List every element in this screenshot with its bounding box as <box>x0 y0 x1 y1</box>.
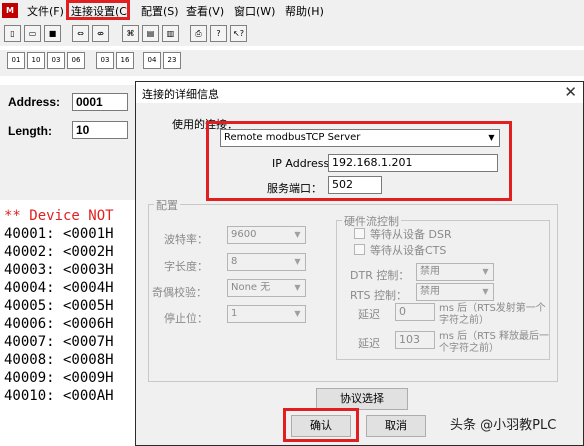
menu-highlight-box <box>66 0 130 20</box>
dtr-label: DTR 控制： <box>350 269 410 282</box>
register-row: 40001: <0001H <box>4 226 114 242</box>
network-icon[interactable]: ⌘ <box>122 25 139 42</box>
baud-select[interactable]: 9600 ▼ <box>227 226 306 244</box>
address-label: Address: <box>8 95 61 109</box>
register-row: 40003: <0003H <box>4 262 114 278</box>
help-icon[interactable]: ? <box>210 25 227 42</box>
stop-bits-label: 停止位： <box>164 312 208 325</box>
chevron-down-icon: ▼ <box>294 230 301 239</box>
fc03-button[interactable]: 03 <box>47 52 65 69</box>
parity-label: 奇偶校验： <box>152 286 207 299</box>
fc04-button[interactable]: 06 <box>67 52 85 69</box>
fc02-button[interactable]: 10 <box>27 52 45 69</box>
config-group-title: 配置 <box>154 197 180 213</box>
register-row: 40010: <000AH <box>4 388 114 404</box>
parity-select-value: None 无 <box>231 282 271 293</box>
word-length-select-value: 8 <box>231 256 238 267</box>
register-row: 40005: <0005H <box>4 298 114 314</box>
cts-label: 等待从设备CTS <box>370 244 447 257</box>
parity-select[interactable]: None 无 ▼ <box>227 279 306 297</box>
chevron-down-icon: ▼ <box>482 267 489 276</box>
connection-details-dialog: 连接的详细信息 ✕ 使用的连接： Remote modbusTCP Server… <box>135 81 584 446</box>
connection-highlight-box <box>206 121 512 201</box>
dsr-checkbox[interactable] <box>354 228 365 239</box>
fc01-button[interactable]: 01 <box>7 52 25 69</box>
register-row: 40002: <0002H <box>4 244 114 260</box>
menu-file[interactable]: 文件(F) <box>27 4 64 19</box>
register-list: ** Device NOT 40001: <0001H 40002: <0002… <box>0 205 150 446</box>
stop-bits-select[interactable]: 1 ▼ <box>227 305 306 323</box>
chevron-down-icon: ▼ <box>294 257 301 266</box>
length-label: Length: <box>8 124 52 138</box>
chevron-down-icon: ▼ <box>294 309 301 318</box>
rts-delay-after-input[interactable]: 103 <box>395 331 435 349</box>
dialog-title: 连接的详细信息 <box>142 88 219 101</box>
word-length-select[interactable]: 8 ▼ <box>227 253 306 271</box>
menu-setup[interactable]: 配置(S) <box>141 4 179 19</box>
fc16-button[interactable]: 23 <box>163 52 181 69</box>
chevron-down-icon: ▼ <box>294 283 301 292</box>
length-input[interactable]: 10 <box>72 121 128 139</box>
save-icon[interactable]: ■ <box>44 25 61 42</box>
menubar: M 文件(F) 连接设置(C 配置(S) 查看(V) 窗口(W) 帮助(H) <box>0 0 584 22</box>
context-help-icon[interactable]: ↖? <box>230 25 247 42</box>
dtr-select[interactable]: 禁用 ▼ <box>416 263 494 281</box>
register-row: 40007: <0007H <box>4 334 114 350</box>
watermark-text: 头条 @小羽教PLC <box>450 418 557 433</box>
register-row: 40004: <0004H <box>4 280 114 296</box>
new-doc-icon[interactable]: ▯ <box>4 25 21 42</box>
rts-delay-after-note: ms 后（RTS 释放最后一个字符之前） <box>439 331 549 354</box>
dtr-select-value: 禁用 <box>420 266 440 277</box>
cancel-button[interactable]: 取消 <box>366 415 426 437</box>
chevron-down-icon: ▼ <box>482 287 489 296</box>
fc15-button[interactable]: 04 <box>143 52 161 69</box>
fc05-button[interactable]: 03 <box>96 52 114 69</box>
menu-help[interactable]: 帮助(H) <box>285 4 324 19</box>
ok-highlight-box <box>283 408 359 442</box>
baud-select-value: 9600 <box>231 229 257 240</box>
read-icon[interactable]: ▤ <box>142 25 159 42</box>
function-toolbar: 01 10 03 06 03 16 04 23 <box>0 50 584 76</box>
main-toolbar: ▯ ▭ ■ ⇔ ⇎ ⌘ ▤ ▥ ⎙ ? ↖? <box>0 22 584 46</box>
rts-delay-before-note: ms 后（RTS发射第一个字符之前） <box>439 303 546 326</box>
rts-select[interactable]: 禁用 ▼ <box>416 283 494 301</box>
write-icon[interactable]: ▥ <box>162 25 179 42</box>
dialog-titlebar: 连接的详细信息 ✕ <box>136 82 583 103</box>
open-folder-icon[interactable]: ▭ <box>24 25 41 42</box>
close-icon[interactable]: ✕ <box>564 83 577 101</box>
print-icon[interactable]: ⎙ <box>190 25 207 42</box>
rts-label: RTS 控制： <box>350 289 408 302</box>
word-length-label: 字长度： <box>164 260 208 273</box>
protocol-select-button[interactable]: 协议选择 <box>316 388 408 410</box>
menu-view[interactable]: 查看(V) <box>186 4 224 19</box>
cts-checkbox[interactable] <box>354 244 365 255</box>
address-input[interactable]: 0001 <box>72 93 128 111</box>
rts-delay-before-input[interactable]: 0 <box>395 303 435 321</box>
baud-label: 波特率： <box>164 233 208 246</box>
disconnect-icon[interactable]: ⇎ <box>92 25 109 42</box>
register-row: 40006: <0006H <box>4 316 114 332</box>
register-row: 40008: <0008H <box>4 352 114 368</box>
connect-icon[interactable]: ⇔ <box>72 25 89 42</box>
fc06-button[interactable]: 16 <box>116 52 134 69</box>
menu-window[interactable]: 窗口(W) <box>234 4 275 19</box>
device-error-text: ** Device NOT <box>4 208 114 224</box>
app-logo-icon[interactable]: M <box>2 3 18 18</box>
rts-delay-before-label: 延迟 <box>358 308 380 321</box>
stop-bits-select-value: 1 <box>231 308 238 319</box>
rts-select-value: 禁用 <box>420 286 440 297</box>
register-row: 40009: <0009H <box>4 370 114 386</box>
dsr-label: 等待从设备 DSR <box>370 228 452 241</box>
rts-delay-after-label: 延迟 <box>358 337 380 350</box>
